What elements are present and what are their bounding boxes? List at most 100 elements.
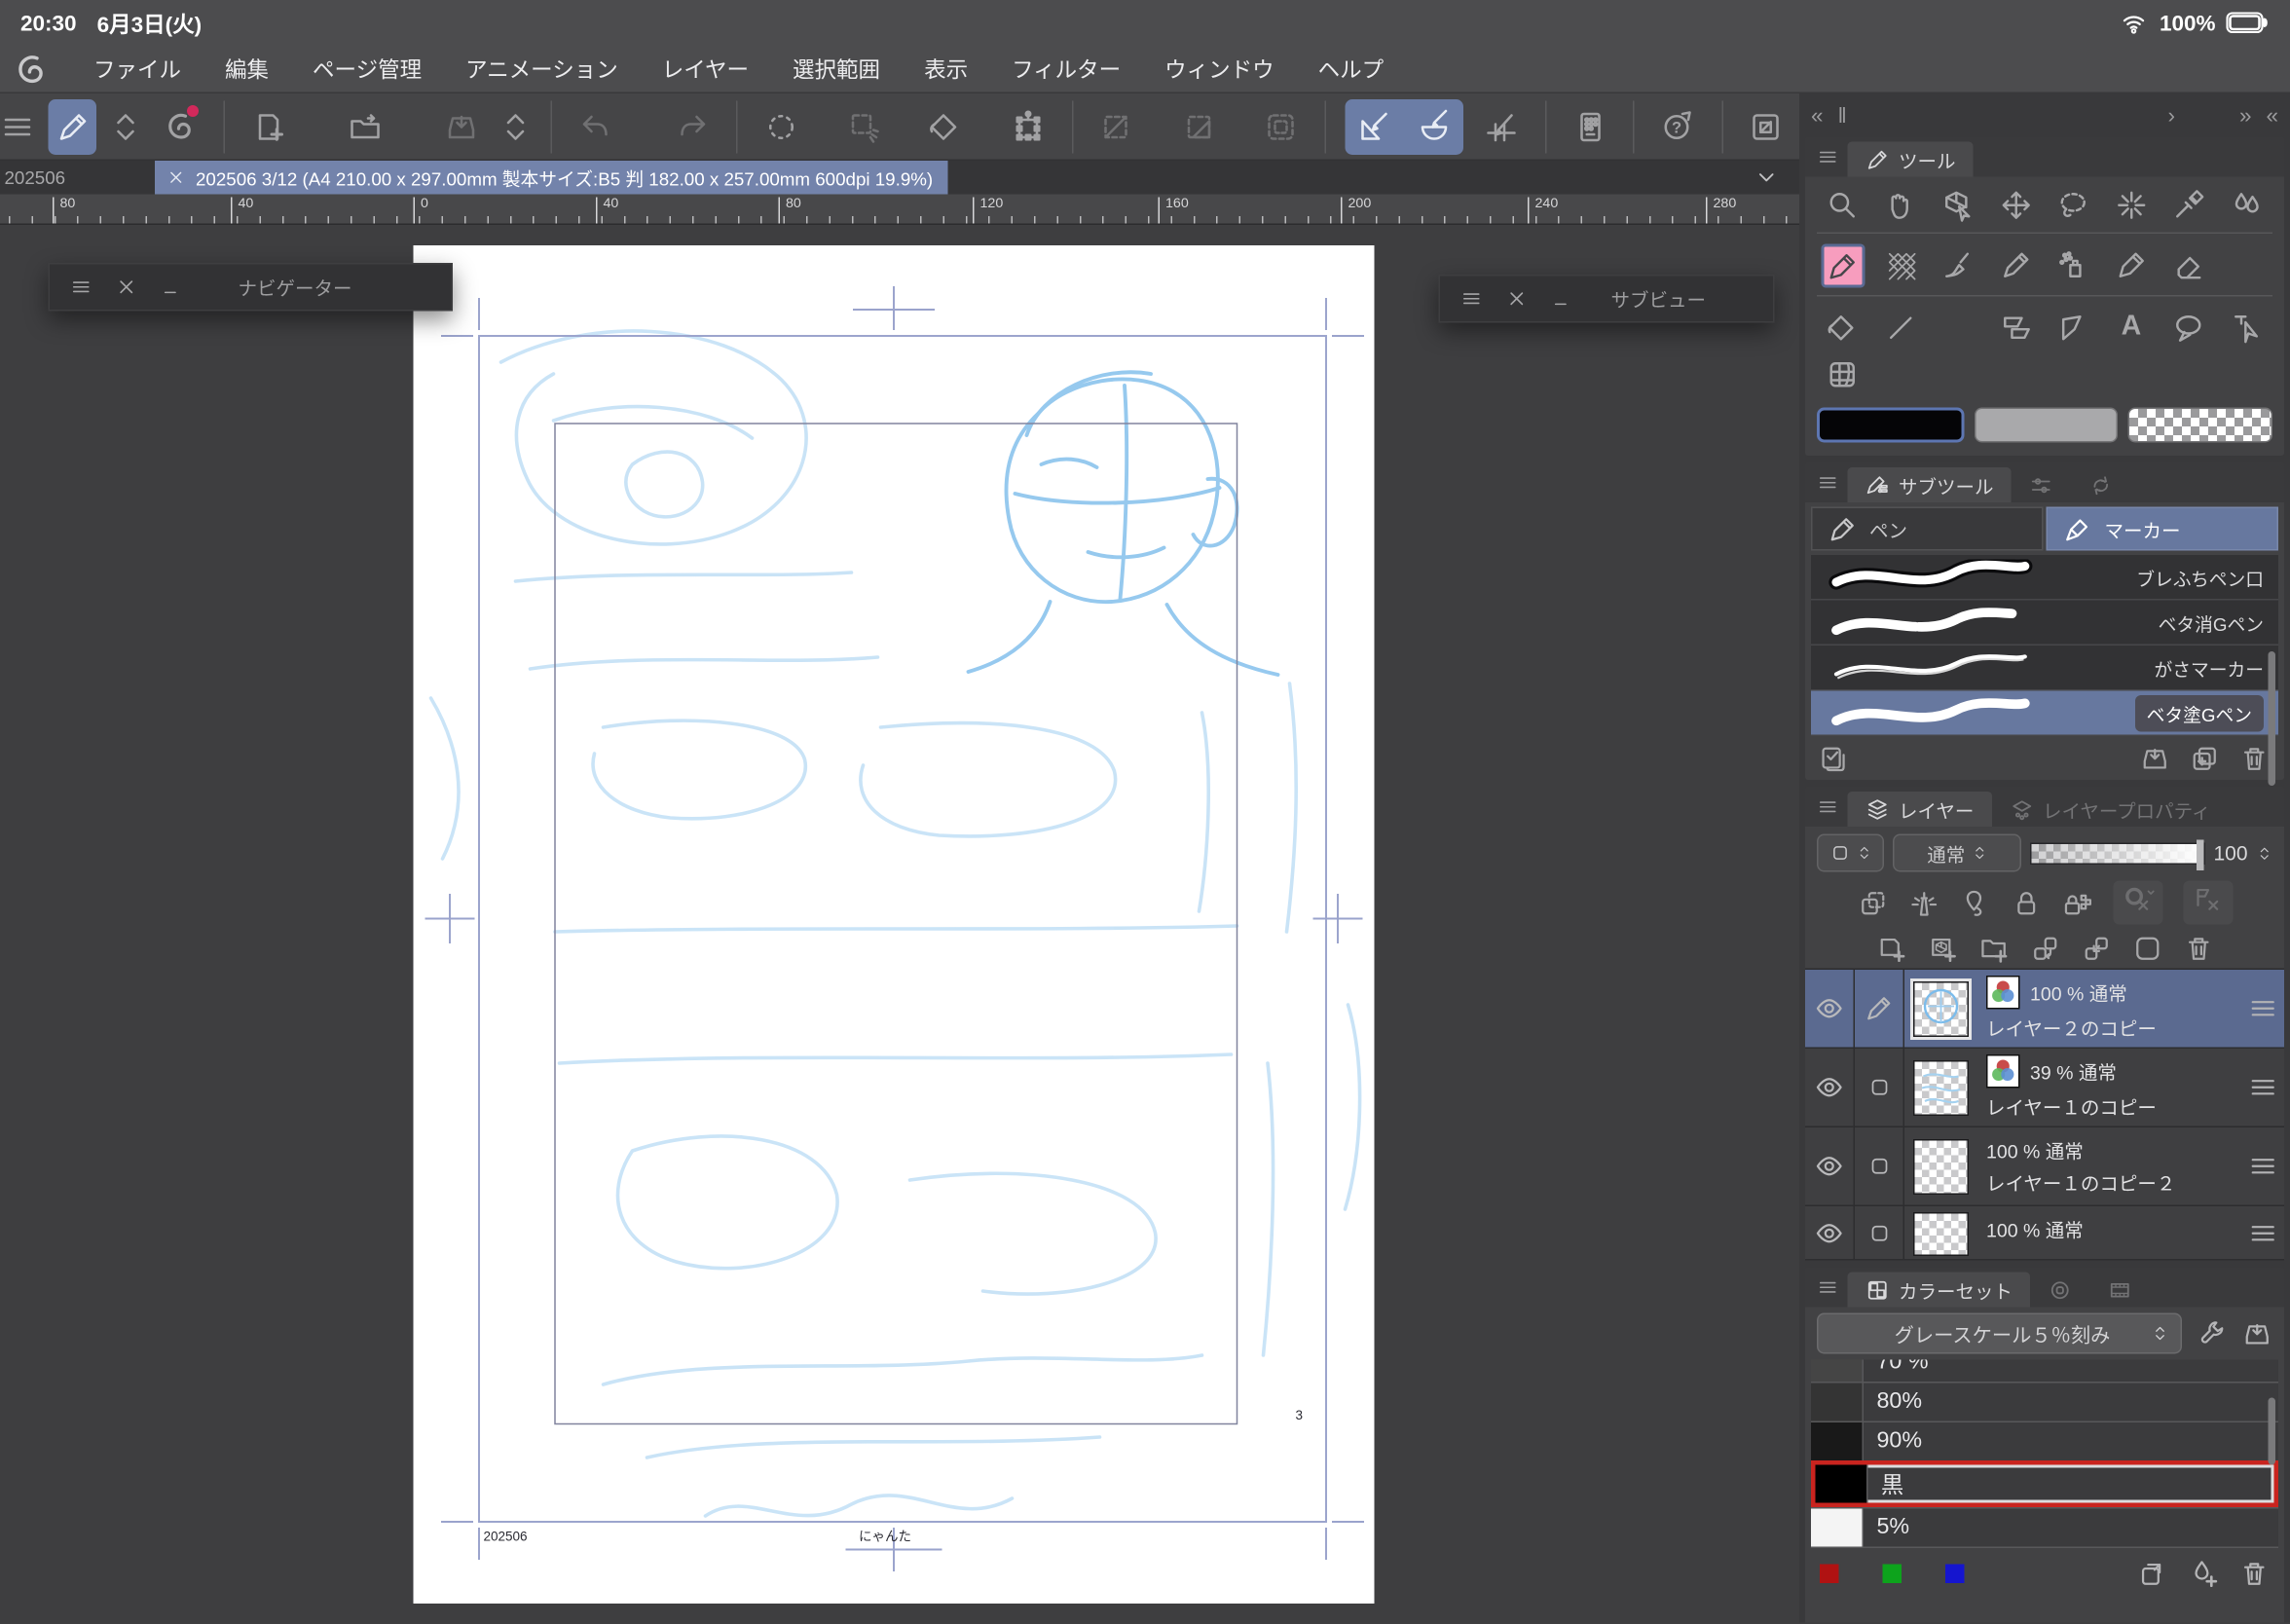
delete-subtool-icon[interactable] [2239,743,2271,774]
sub-color-swatch-gray[interactable] [1974,407,2119,443]
fullscreen-button[interactable] [1742,98,1791,154]
add-color-icon[interactable] [2188,1559,2219,1590]
undo-button[interactable] [572,98,620,154]
layer-visibility-eye-icon[interactable] [1814,1072,1845,1103]
subtool-group-marker[interactable]: マーカー [2046,506,2278,551]
multi-select-icon[interactable] [1817,743,1848,774]
tool-hand[interactable] [1871,183,1929,227]
fill-button[interactable] [921,98,970,154]
open-file-button[interactable] [341,98,389,154]
snap-to-ruler-toggle[interactable] [1345,98,1405,155]
import-subtool-icon[interactable] [2140,743,2171,774]
subtool-panel-tab[interactable]: サブツール [1847,467,2012,502]
next-icon[interactable]: › [2167,103,2175,129]
layer-row-selected[interactable]: 100 % 通常 レイヤー２のコピー [1805,970,2284,1049]
tool-polygon[interactable] [2045,306,2102,350]
tool-decoration[interactable] [1871,242,1929,286]
tool-correct-line[interactable] [2218,306,2275,350]
new-folder-icon[interactable] [1978,934,2010,965]
brush-row-selected[interactable]: ベタ塗Gペン [1811,690,2278,736]
menu-edit[interactable]: 編集 [225,55,269,86]
layer-panel-tab[interactable]: レイヤー [1847,792,1992,827]
panel-menu-icon[interactable] [1817,796,1839,819]
color-row[interactable]: 80% [1811,1382,2278,1421]
panel-close-icon[interactable] [1506,288,1529,311]
deselect-button[interactable] [838,98,887,154]
command-bar-menu-icon[interactable] [0,98,35,154]
import-color-set-icon[interactable] [2242,1318,2273,1349]
menu-layer[interactable]: レイヤー [662,55,749,86]
close-tab-icon[interactable] [166,168,186,188]
background-tab[interactable]: 202506 [0,167,155,188]
tool-operate[interactable] [1930,183,1987,227]
panel-menu-icon[interactable] [1460,288,1483,311]
tool-gradient[interactable] [1930,306,1987,350]
reference-layer-icon[interactable] [1908,887,1939,918]
snap-to-special-ruler-toggle[interactable] [1404,98,1464,155]
tool-airbrush[interactable] [2045,242,2102,286]
subview-panel[interactable]: サブビュー [1438,275,1775,323]
lock-transparent-pixels-icon[interactable] [2061,887,2092,918]
color-row-selected[interactable]: 黒 [1811,1460,2278,1507]
intermediate-color-tab[interactable] [2030,1273,2090,1308]
new-canvas-button[interactable] [243,98,292,154]
panel-menu-icon[interactable] [1817,1276,1839,1299]
layer-row[interactable]: 100 % 通常 [1805,1206,2284,1261]
panel-menu-icon[interactable] [70,277,92,299]
layer-visibility-eye-icon[interactable] [1814,993,1845,1024]
menu-page-manage[interactable]: ページ管理 [313,55,422,86]
current-tool-button[interactable] [48,98,97,155]
opacity-stepper-icon[interactable] [2257,837,2273,868]
layer-row[interactable]: 100 % 通常 レイヤー１のコピー２ [1805,1127,2284,1206]
color-set-preset-select[interactable]: グレースケール５％刻み [1817,1312,2182,1354]
menu-view[interactable]: 表示 [924,55,968,86]
tool-move-layer[interactable] [1987,183,2045,227]
active-canvas-tab[interactable]: 202506 3/12 (A4 210.00 x 297.00mm 製本サイズ:… [155,161,948,195]
tool-figure[interactable] [1871,306,1929,350]
panel-menu-icon[interactable] [1817,146,1839,168]
new-raster-layer-icon[interactable] [1876,934,1907,965]
color-row[interactable]: 5% [1811,1507,2278,1547]
color-set-tab[interactable]: カラーセット [1847,1272,2031,1308]
main-color-swatch-black[interactable] [1817,407,1965,443]
expand-right-icon[interactable]: » [2239,103,2252,129]
mini-swatch-green[interactable] [1882,1564,1902,1583]
tool-auto-select[interactable] [2102,183,2160,227]
save-button[interactable] [438,98,487,154]
brush-row[interactable]: ブレふちペン口 [1811,555,2278,601]
canvas-area[interactable]: 202506 にゃんた 3 ナビゲーター サブビュー [0,225,1799,1623]
manga-page[interactable]: 202506 にゃんた 3 [413,245,1375,1604]
save-options-stepper[interactable] [499,98,532,154]
tool-balloon[interactable] [2161,306,2218,350]
delete-color-icon[interactable] [2239,1559,2271,1590]
menu-selection[interactable]: 選択範囲 [793,55,880,86]
color-row[interactable]: 90% [1811,1421,2278,1460]
menu-window[interactable]: ウィンドウ [1164,55,1274,86]
tool-switch-stepper[interactable] [110,98,142,154]
transparent-color-swatch[interactable] [2128,407,2273,443]
menu-animation[interactable]: アニメーション [465,55,618,86]
layer-grip-icon[interactable] [2247,993,2278,1024]
duplicate-subtool-icon[interactable] [2190,743,2221,774]
snap-to-grid-toggle[interactable] [1477,98,1526,154]
tool-property-tab[interactable] [2012,467,2072,502]
tool-frame-border[interactable] [1987,306,2045,350]
menu-file[interactable]: ファイル [93,55,181,86]
panel-close-icon[interactable] [116,277,138,299]
tool-text[interactable]: A [2102,306,2160,350]
edit-color-set-wrench-icon[interactable] [2197,1318,2228,1349]
panel-menu-icon[interactable] [1817,472,1839,495]
tool-fill[interactable] [1814,306,1871,350]
color-list-scrollbar[interactable] [2268,1397,2275,1465]
keyboard-button[interactable] [1566,98,1614,154]
tool-brush[interactable] [1930,242,1987,286]
tool-pen-selected[interactable] [1821,243,1865,288]
tool-grid-mesh[interactable] [1814,352,1871,396]
transfer-down-icon[interactable] [2081,934,2112,965]
replace-color-icon[interactable] [2137,1559,2168,1590]
redo-button[interactable] [668,98,717,154]
color-row[interactable]: 70 % [1811,1359,2278,1382]
layer-checkbox-icon[interactable] [1867,1151,1891,1182]
clip-studio-home-button[interactable] [156,98,204,154]
layer-grip-icon[interactable] [2247,1072,2278,1103]
